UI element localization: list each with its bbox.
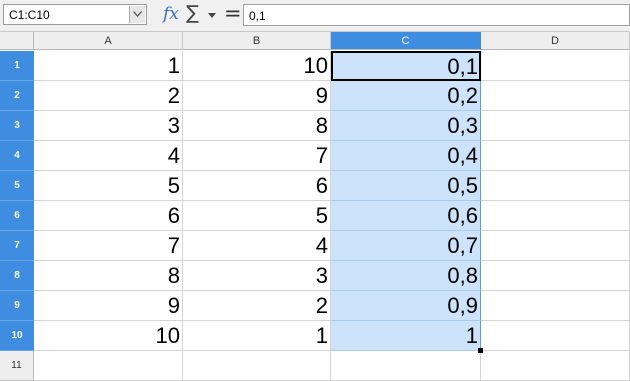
cell-a2[interactable]: 2: [34, 81, 183, 111]
function-wizard-icon[interactable]: fx: [163, 4, 179, 24]
cell-b9[interactable]: 2: [183, 291, 331, 321]
cell-c1[interactable]: 0,1: [331, 51, 481, 81]
cell-b2[interactable]: 9: [183, 81, 331, 111]
row-header-4[interactable]: 4: [0, 141, 34, 171]
cell-a5[interactable]: 5: [34, 171, 183, 201]
cell-b3[interactable]: 8: [183, 111, 331, 141]
spreadsheet-grid: ABCD 1 1 10 0,1 2 2 9 0,2 3 3 8 0,3 4 4 7 0,4 5 5 6 0,5 6 6 5 0…: [0, 32, 630, 381]
cell-a9[interactable]: 9: [34, 291, 183, 321]
cell-d5[interactable]: [481, 171, 630, 201]
cell-d1[interactable]: [481, 51, 630, 81]
column-header-c[interactable]: C: [331, 32, 481, 50]
name-box-dropdown-button[interactable]: [129, 6, 145, 23]
row-header-1[interactable]: 1: [0, 51, 34, 81]
cell-d8[interactable]: [481, 261, 630, 291]
chevron-down-icon: [133, 11, 142, 17]
cell-a10[interactable]: 10: [34, 321, 183, 351]
column-header-a[interactable]: A: [34, 32, 183, 50]
cell-c11[interactable]: [331, 351, 481, 381]
formula-input[interactable]: 0,1: [243, 4, 630, 26]
cell-c9[interactable]: 0,9: [331, 291, 481, 321]
cell-c7[interactable]: 0,7: [331, 231, 481, 261]
cell-b5[interactable]: 6: [183, 171, 331, 201]
cell-d10[interactable]: [481, 321, 630, 351]
cell-d2[interactable]: [481, 81, 630, 111]
row-header-7[interactable]: 7: [0, 231, 34, 261]
formula-input-value: 0,1: [249, 9, 266, 23]
select-all-corner[interactable]: [0, 32, 34, 50]
name-box[interactable]: C1:C10: [3, 4, 147, 25]
cell-c4[interactable]: 0,4: [331, 141, 481, 171]
row-header-6[interactable]: 6: [0, 201, 34, 231]
cell-a8[interactable]: 8: [34, 261, 183, 291]
cell-b8[interactable]: 3: [183, 261, 331, 291]
formula-bar: C1:C10 fx ∑ = 0,1: [0, 0, 630, 32]
column-header-d[interactable]: D: [481, 32, 630, 50]
cell-d9[interactable]: [481, 291, 630, 321]
row-header-2[interactable]: 2: [0, 81, 34, 111]
cell-d7[interactable]: [481, 231, 630, 261]
fill-handle[interactable]: [478, 348, 483, 353]
cell-a3[interactable]: 3: [34, 111, 183, 141]
cell-c5[interactable]: 0,5: [331, 171, 481, 201]
cell-d3[interactable]: [481, 111, 630, 141]
cell-b10[interactable]: 1: [183, 321, 331, 351]
cell-d6[interactable]: [481, 201, 630, 231]
cell-c2[interactable]: 0,2: [331, 81, 481, 111]
cell-b7[interactable]: 4: [183, 231, 331, 261]
row-header-11[interactable]: 11: [0, 351, 34, 381]
cell-a6[interactable]: 6: [34, 201, 183, 231]
row-header-10[interactable]: 10: [0, 321, 34, 351]
cell-a11[interactable]: [34, 351, 183, 381]
cell-b6[interactable]: 5: [183, 201, 331, 231]
sum-icon[interactable]: ∑: [186, 2, 199, 24]
column-header-b[interactable]: B: [183, 32, 331, 50]
name-box-value: C1:C10: [9, 8, 50, 22]
cell-a7[interactable]: 7: [34, 231, 183, 261]
row-header-9[interactable]: 9: [0, 291, 34, 321]
cell-b4[interactable]: 7: [183, 141, 331, 171]
cell-b1[interactable]: 10: [183, 51, 331, 81]
cell-c6[interactable]: 0,6: [331, 201, 481, 231]
cell-a1[interactable]: 1: [34, 51, 183, 81]
row-header-3[interactable]: 3: [0, 111, 34, 141]
formula-equals-icon[interactable]: =: [224, 1, 242, 25]
cell-d4[interactable]: [481, 141, 630, 171]
cell-c3[interactable]: 0,3: [331, 111, 481, 141]
cell-a4[interactable]: 4: [34, 141, 183, 171]
cell-b11[interactable]: [183, 351, 331, 381]
function-wizard-label: fx: [163, 4, 179, 24]
row-header-5[interactable]: 5: [0, 171, 34, 201]
cell-c10[interactable]: 1: [331, 321, 481, 351]
row-header-8[interactable]: 8: [0, 261, 34, 291]
sum-dropdown-icon[interactable]: [208, 13, 216, 18]
cell-d11[interactable]: [481, 351, 630, 381]
cell-c8[interactable]: 0,8: [331, 261, 481, 291]
